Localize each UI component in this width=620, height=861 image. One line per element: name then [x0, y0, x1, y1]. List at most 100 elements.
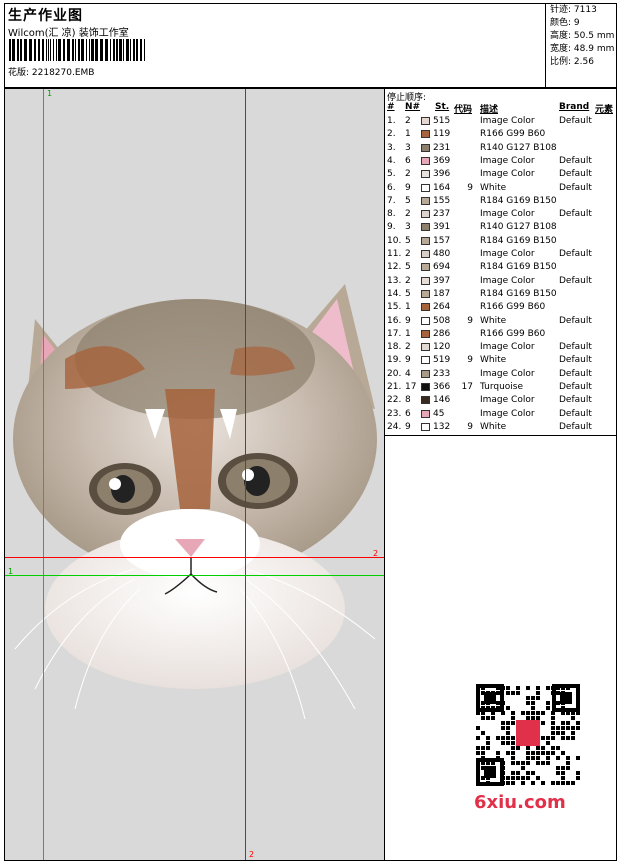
row-brand: Default: [559, 275, 592, 286]
row-index: 23.: [387, 408, 402, 419]
color-swatch: [421, 236, 430, 245]
color-swatch: [421, 263, 430, 272]
row-stitches: 508: [433, 315, 451, 326]
row-index: 24.: [387, 421, 402, 432]
list-item: 15. 1 264 R166 G99 B60: [385, 301, 618, 314]
row-stitches: 233: [433, 368, 451, 379]
row-stitches: 164: [433, 182, 451, 193]
guide-horizontal-red: [5, 557, 384, 558]
row-description: Image Color: [480, 169, 535, 180]
watermark-text: 6xiu.com: [474, 792, 566, 813]
guide-tag-red-right: 2: [373, 549, 379, 558]
row-stitches: 515: [433, 116, 451, 126]
row-index: 8.: [387, 209, 396, 220]
row-brand: Default: [559, 355, 592, 366]
row-needle: 9: [405, 315, 411, 326]
row-index: 19.: [387, 355, 402, 366]
row-code: 17: [461, 382, 473, 392]
row-description: R184 G169 B150: [480, 288, 557, 299]
row-description: Image Color: [480, 209, 535, 220]
color-swatch: [421, 250, 430, 258]
stats-panel: 针迹: 7113 颜色: 9 高度: 50.5 mm 宽度: 48.9 mm 比…: [545, 4, 619, 89]
row-index: 12.: [387, 262, 402, 273]
row-description: R140 G127 B108: [480, 142, 557, 153]
row-stitches: 237: [433, 209, 451, 220]
row-needle: 3: [405, 222, 411, 233]
row-description: White: [480, 182, 507, 193]
row-brand: Default: [559, 116, 592, 126]
row-brand: Default: [559, 182, 592, 193]
list-item: 19. 9 519 9 White Default: [385, 354, 618, 367]
col-stitches: St.: [435, 102, 450, 112]
list-item: 3. 3 231 R140 G127 B108: [385, 142, 618, 155]
row-description: Image Color: [480, 116, 535, 126]
row-description: Image Color: [480, 155, 535, 166]
row-index: 6.: [387, 182, 396, 193]
row-needle: 2: [405, 342, 411, 353]
qr-code: [470, 680, 586, 792]
row-index: 2.: [387, 129, 396, 140]
row-needle: 5: [405, 235, 411, 246]
document-title: 生产作业图: [8, 8, 83, 24]
list-item: 14. 5 187 R184 G169 B150: [385, 288, 618, 301]
color-swatch: [421, 343, 430, 352]
color-swatch: [421, 143, 430, 152]
stat-stitches: 针迹: 7113: [550, 5, 597, 15]
row-needle: 2: [405, 169, 411, 180]
row-index: 7.: [387, 195, 396, 206]
row-index: 17.: [387, 328, 402, 339]
stat-scale: 比例: 2.56: [550, 57, 594, 67]
row-brand: Default: [559, 169, 592, 180]
color-swatch: [421, 422, 430, 431]
row-index: 20.: [387, 368, 402, 379]
row-stitches: 187: [433, 288, 451, 299]
row-description: Image Color: [480, 249, 535, 259]
row-brand: Default: [559, 421, 592, 432]
list-item: 9. 3 391 R140 G127 B108: [385, 221, 618, 234]
list-item: 16. 9 508 9 White Default: [385, 315, 618, 328]
list-item: 5. 2 396 Image Color Default: [385, 168, 618, 181]
color-swatch: [421, 329, 430, 338]
row-needle: 8: [405, 395, 411, 406]
color-swatch: [421, 130, 430, 139]
row-needle: 5: [405, 262, 411, 273]
row-needle: 2: [405, 116, 411, 126]
row-index: 14.: [387, 288, 402, 299]
guide-tag-green-left: 1: [8, 567, 14, 576]
list-item: 6. 9 164 9 White Default: [385, 182, 618, 195]
cat-embroidery-image: [13, 284, 377, 720]
guide-tag-red-bottom: 2: [249, 850, 255, 859]
row-stitches: 366: [433, 382, 451, 392]
row-stitches: 45: [433, 408, 445, 419]
row-stitches: 146: [433, 395, 451, 406]
row-brand: Default: [559, 249, 592, 259]
col-element: 元素: [595, 105, 614, 115]
row-brand: Default: [559, 408, 592, 419]
col-num: #: [387, 102, 395, 112]
color-swatch: [421, 369, 430, 378]
row-needle: 9: [405, 182, 411, 193]
row-stitches: 391: [433, 222, 451, 233]
list-item: 2. 1 119 R166 G99 B60: [385, 128, 618, 141]
color-swatch: [421, 316, 430, 325]
row-description: R184 G169 B150: [480, 262, 557, 273]
studio-name: Wilcom(汇 凉) 装饰工作室: [8, 28, 129, 39]
list-item: 24. 9 132 9 White Default: [385, 421, 618, 434]
guide-vertical-red: [245, 89, 246, 860]
row-stitches: 157: [433, 235, 451, 246]
header-panel: 生产作业图 Wilcom(汇 凉) 装饰工作室 花版: 2218270.EMB …: [4, 3, 619, 89]
row-description: White: [480, 315, 507, 326]
row-index: 18.: [387, 342, 402, 353]
barcode: [9, 39, 145, 61]
col-description: 描述: [480, 105, 499, 115]
row-stitches: 264: [433, 302, 451, 313]
row-brand: Default: [559, 395, 592, 406]
row-stitches: 694: [433, 262, 451, 273]
list-item: 20. 4 233 Image Color Default: [385, 368, 618, 381]
row-index: 3.: [387, 142, 396, 153]
row-index: 15.: [387, 302, 402, 313]
row-needle: 1: [405, 129, 411, 140]
row-needle: 17: [405, 382, 417, 392]
row-code: 9: [467, 421, 473, 432]
design-file-name: 花版: 2218270.EMB: [8, 68, 95, 78]
